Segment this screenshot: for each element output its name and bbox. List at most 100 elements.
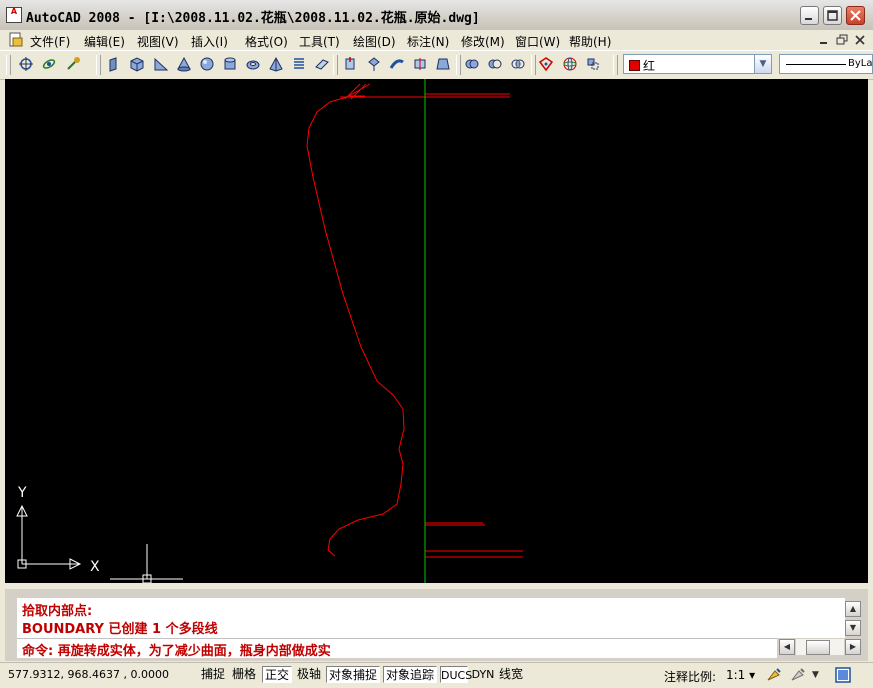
menu-help[interactable]: 帮助(H)	[569, 33, 611, 50]
ortho-toggle[interactable]: 正交	[262, 666, 292, 683]
3d-move-icon[interactable]	[537, 55, 555, 73]
continuous-orbit-icon[interactable]	[64, 55, 82, 73]
planar-surface-icon[interactable]	[313, 55, 331, 73]
3d-rotate-icon[interactable]	[561, 55, 579, 73]
sphere-icon[interactable]	[198, 55, 216, 73]
autocad-app-icon[interactable]: A	[6, 7, 22, 23]
chevron-down-icon: ▼	[849, 623, 857, 632]
doc-minimize-button[interactable]	[817, 33, 831, 47]
clean-screen-icon[interactable]	[835, 667, 851, 683]
color-control-dropdown[interactable]: 红 ▼	[623, 54, 772, 74]
menu-dimension[interactable]: 标注(N)	[407, 33, 449, 50]
minimize-button[interactable]	[800, 6, 819, 25]
menu-modify[interactable]: 修改(M)	[461, 33, 505, 50]
doc-minimize-icon	[820, 42, 827, 44]
chevron-right-icon: ▶	[849, 642, 857, 651]
command-input[interactable]: 命令: 再旋转成实体，为了减少曲面，瓶身内部做成实	[17, 638, 777, 659]
cylinder-icon[interactable]	[221, 55, 239, 73]
scroll-down-button[interactable]: ▼	[845, 620, 861, 636]
3d-align-icon[interactable]	[584, 55, 602, 73]
chevron-down-icon[interactable]: ▼	[754, 55, 771, 73]
free-orbit-icon[interactable]	[40, 55, 58, 73]
scroll-up-button[interactable]: ▲	[845, 601, 861, 617]
menu-file[interactable]: 文件(F)	[30, 33, 70, 50]
cone-icon[interactable]	[175, 55, 193, 73]
snap-toggle[interactable]: 捕捉	[199, 666, 227, 683]
ducs-toggle[interactable]: DUCS	[440, 666, 472, 683]
color-value: 红	[643, 59, 656, 73]
menu-tools[interactable]: 工具(T)	[299, 33, 340, 50]
doc-close-button[interactable]	[853, 33, 867, 47]
osnap-toggle[interactable]: 对象捕捉	[326, 666, 380, 683]
polar-toggle[interactable]: 极轴	[295, 666, 323, 683]
chevron-left-icon: ◀	[783, 642, 791, 651]
3d-orbit-icon[interactable]	[17, 55, 35, 73]
close-icon	[850, 10, 861, 21]
document-icon[interactable]	[8, 32, 24, 48]
minimize-icon	[805, 18, 812, 20]
presspull-icon[interactable]	[365, 55, 383, 73]
horizontal-scroll-track[interactable]	[796, 639, 844, 655]
horizontal-scroll-thumb[interactable]	[806, 640, 830, 655]
maximize-button[interactable]	[823, 6, 842, 25]
status-bar: 577.9312, 968.4637 , 0.0000 捕捉 栅格 正交 极轴 …	[0, 662, 873, 688]
menu-draw[interactable]: 绘图(D)	[353, 33, 396, 50]
toolbar-grip-5[interactable]	[531, 55, 536, 75]
union-icon[interactable]	[463, 55, 481, 73]
scroll-left-button[interactable]: ◀	[779, 639, 795, 655]
ucs-icon	[16, 504, 82, 570]
drawing-svg: Y X	[16, 79, 523, 584]
otrack-toggle[interactable]: 对象追踪	[383, 666, 437, 683]
menu-view[interactable]: 视图(V)	[137, 33, 179, 50]
title-bar[interactable]: A AutoCAD 2008 - [I:\2008.11.02.花瓶\2008.…	[0, 0, 873, 31]
linetype-preview	[786, 64, 846, 65]
drawing-area[interactable]: Y X	[5, 79, 868, 584]
close-button[interactable]	[846, 6, 865, 25]
doc-close-icon	[855, 35, 865, 45]
loft-icon[interactable]	[434, 55, 452, 73]
menu-bar: 文件(F) 编辑(E) 视图(V) 插入(I) 格式(O) 工具(T) 绘图(D…	[0, 30, 873, 50]
toolbar-grip-4[interactable]	[456, 55, 461, 75]
coordinate-display[interactable]: 577.9312, 968.4637 , 0.0000	[8, 668, 169, 681]
annotation-visibility-icon[interactable]	[766, 667, 782, 683]
box-icon[interactable]	[128, 55, 146, 73]
crosshair-cursor	[110, 544, 183, 584]
scroll-right-button[interactable]: ▶	[845, 639, 861, 655]
toolbar-grip[interactable]	[6, 55, 11, 75]
auto-scale-icon[interactable]	[790, 667, 806, 683]
doc-restore-icon	[836, 34, 848, 45]
sweep-icon[interactable]	[388, 55, 406, 73]
extrude-icon[interactable]	[341, 55, 359, 73]
menu-edit[interactable]: 编辑(E)	[84, 33, 125, 50]
revolve-icon[interactable]	[411, 55, 429, 73]
subtract-icon[interactable]	[486, 55, 504, 73]
status-menu-arrow-icon[interactable]: ▼	[812, 668, 822, 682]
menu-format[interactable]: 格式(O)	[245, 33, 288, 50]
command-history-line-1: 拾取内部点:	[22, 604, 93, 619]
vase-profile-outline	[306, 83, 405, 557]
doc-restore-button[interactable]	[835, 33, 849, 47]
toolbar-grip-2[interactable]	[96, 55, 101, 75]
intersect-icon[interactable]	[509, 55, 527, 73]
lineweight-toggle[interactable]: 线宽	[497, 666, 525, 683]
torus-icon[interactable]	[244, 55, 262, 73]
wedge-icon[interactable]	[152, 55, 170, 73]
annotation-scale-dropdown[interactable]: 1:1 ▾	[726, 668, 755, 682]
linetype-control-dropdown[interactable]: ByLayer	[779, 54, 873, 74]
toolbar-grip-3[interactable]	[333, 55, 338, 75]
polysolid-icon[interactable]	[106, 55, 124, 73]
pyramid-icon[interactable]	[267, 55, 285, 73]
ucs-y-label: Y	[17, 485, 27, 501]
maximize-icon	[827, 10, 838, 21]
grid-toggle[interactable]: 栅格	[230, 666, 258, 683]
toolbar-grip-6[interactable]	[613, 55, 618, 75]
helix-icon[interactable]	[290, 55, 308, 73]
chevron-up-icon: ▲	[849, 604, 857, 613]
color-swatch	[629, 60, 640, 71]
linetype-value: ByLayer	[848, 58, 873, 69]
menu-window[interactable]: 窗口(W)	[515, 33, 560, 50]
dyn-toggle[interactable]: DYN	[471, 666, 495, 683]
annotation-scale-label: 注释比例:	[664, 670, 717, 684]
toolbar: 红 ▼ ByLayer	[0, 50, 873, 80]
menu-insert[interactable]: 插入(I)	[191, 33, 228, 50]
